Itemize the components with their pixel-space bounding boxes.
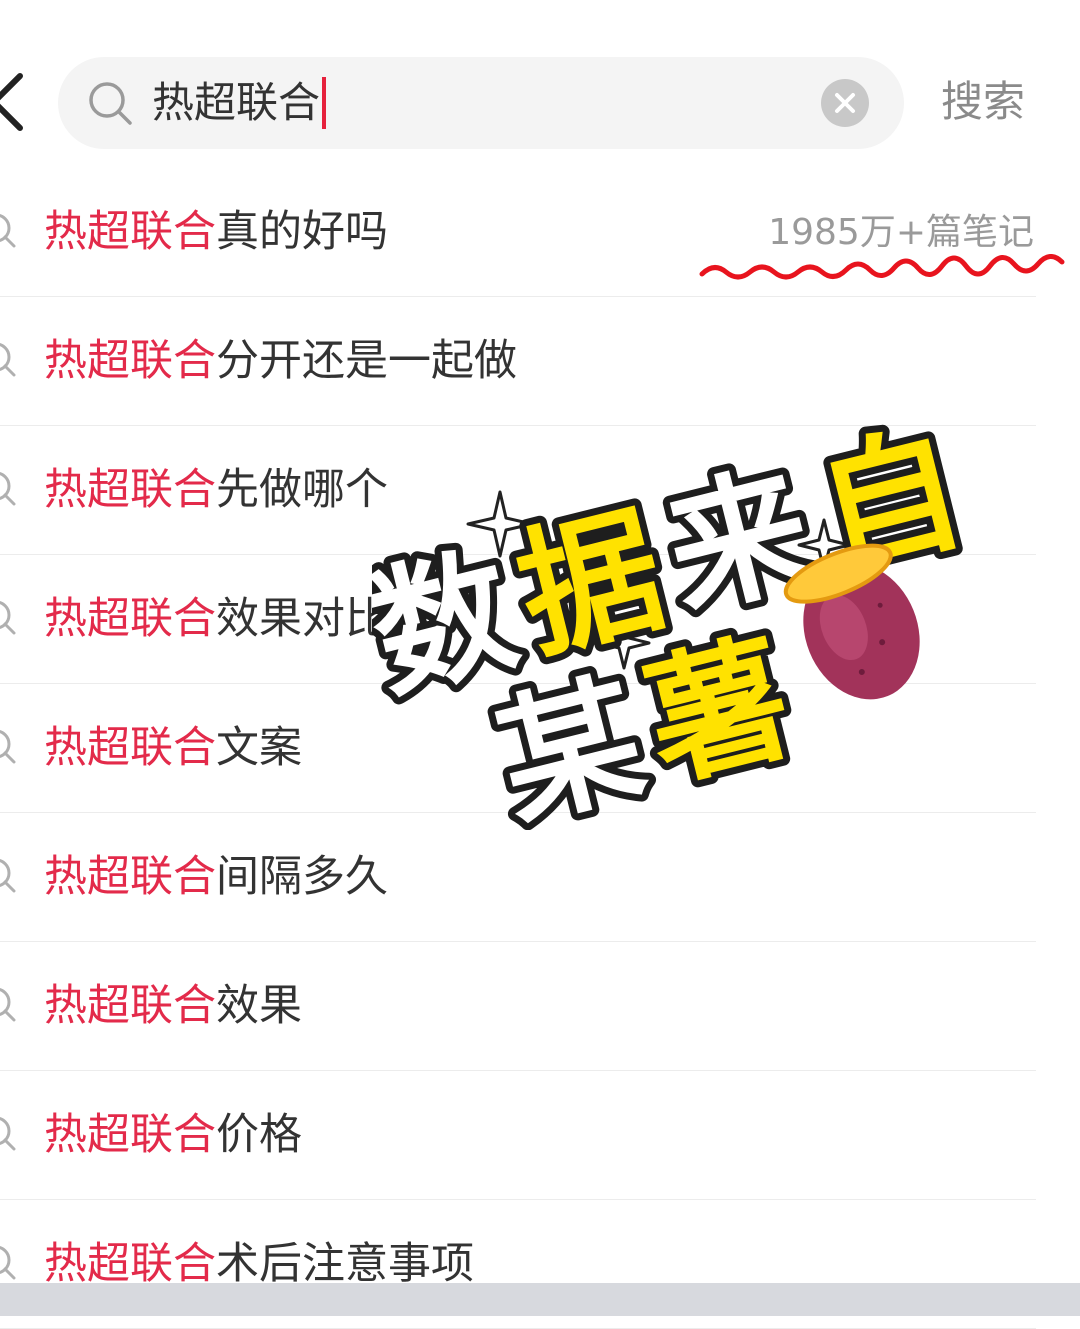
suggestion-rest: 价格 [216, 1110, 302, 1160]
search-input[interactable]: 热超联合 [152, 75, 327, 131]
suggestion-item[interactable]: 热超联合间隔多久 [0, 813, 1036, 942]
suggestion-text: 热超联合分开还是一起做 [44, 333, 517, 389]
search-icon [0, 1246, 16, 1280]
search-icon [0, 214, 16, 248]
suggestion-highlight: 热超联合 [44, 723, 216, 773]
suggestion-highlight: 热超联合 [44, 465, 216, 515]
suggestion-item[interactable]: 热超联合价格 [0, 1071, 1036, 1200]
suggestion-rest: 效果对比 [216, 594, 388, 644]
search-icon [0, 988, 16, 1022]
search-icon [0, 343, 16, 377]
suggestion-highlight: 热超联合 [44, 336, 216, 386]
watermark-overlay: 数 据 来 自 某 薯 [372, 400, 972, 830]
suggestion-text: 热超联合文案 [44, 720, 302, 776]
search-icon [0, 730, 16, 764]
search-icon [0, 472, 16, 506]
suggestion-item[interactable]: 热超联合效果 [0, 942, 1036, 1071]
suggestion-text: 热超联合先做哪个 [44, 462, 388, 518]
text-cursor [322, 77, 327, 129]
suggestion-rest: 间隔多久 [216, 852, 388, 902]
suggestion-highlight: 热超联合 [44, 1110, 216, 1160]
suggestion-text: 热超联合真的好吗 [44, 204, 388, 260]
close-icon[interactable] [821, 79, 869, 127]
suggestion-rest: 真的好吗 [216, 207, 388, 257]
search-field[interactable]: 热超联合 [58, 57, 904, 149]
watermark-char: 薯 [631, 616, 806, 808]
suggestion-text: 热超联合效果 [44, 978, 302, 1034]
suggestion-highlight: 热超联合 [44, 1239, 216, 1289]
suggestion-rest: 分开还是一起做 [216, 336, 517, 386]
suggestion-rest: 先做哪个 [216, 465, 388, 515]
note-count: 1985万+篇笔记 [768, 212, 1034, 253]
search-icon [0, 859, 16, 893]
suggestion-rest: 效果 [216, 981, 302, 1031]
back-button[interactable] [0, 72, 28, 132]
bottom-bar [0, 1283, 1080, 1316]
suggestion-rest: 文案 [216, 723, 302, 773]
suggestion-text: 热超联合间隔多久 [44, 849, 388, 905]
suggestion-text: 热超联合效果对比 [44, 591, 388, 647]
search-icon [0, 1117, 16, 1151]
suggestion-highlight: 热超联合 [44, 852, 216, 902]
suggestion-highlight: 热超联合 [44, 981, 216, 1031]
search-button[interactable]: 搜索 [941, 74, 1025, 130]
suggestion-text: 热超联合价格 [44, 1107, 302, 1163]
search-icon [89, 82, 132, 125]
suggestion-highlight: 热超联合 [44, 207, 216, 257]
search-input-text: 热超联合 [152, 78, 321, 127]
suggestion-rest: 术后注意事项 [216, 1239, 474, 1289]
watermark-char: 来 [651, 446, 826, 638]
wavy-underline-annotation [699, 254, 1065, 280]
search-icon [0, 601, 16, 635]
suggestion-highlight: 热超联合 [44, 594, 216, 644]
